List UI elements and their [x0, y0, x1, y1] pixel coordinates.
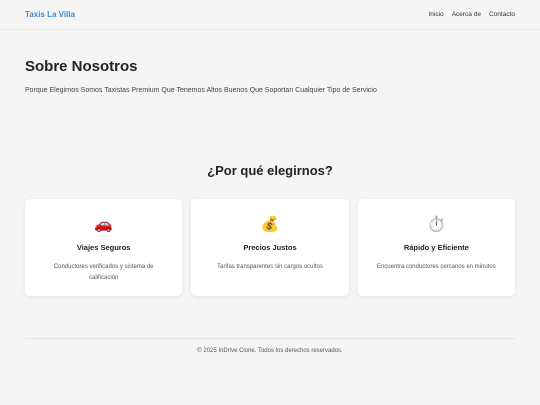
footer: © 2025 InDrive Clone. Todos los derechos…	[0, 348, 540, 354]
feature-card-prices: 💰 Precios Justos Tarifas transparentes s…	[191, 199, 349, 296]
brand-logo-link[interactable]: Taxis La Villa	[25, 10, 75, 19]
feature-card-fast: ⏱️ Rápido y Eficiente Encuentra conducto…	[357, 199, 515, 296]
about-section: Sobre Nosotros Porque Elegirnos Somos Ta…	[25, 58, 515, 94]
features-cards: 🚗 Viajes Seguros Conductores verificados…	[25, 199, 515, 296]
feature-card-title: Rápido y Eficiente	[403, 243, 469, 252]
about-text: Porque Elegirnos Somos Taxistas Premium …	[25, 87, 377, 94]
nav-link-inicio[interactable]: Inicio	[429, 11, 444, 18]
footer-divider	[25, 338, 515, 339]
feature-card-text: Encuentra conductores cercanos en minuto…	[376, 264, 496, 270]
nav-links: Inicio Acerca de Contacto	[429, 11, 516, 18]
feature-card-title: Viajes Seguros	[76, 243, 131, 252]
money-bag-icon: 💰	[260, 216, 280, 233]
nav-link-acerca[interactable]: Acerca de	[452, 11, 481, 18]
feature-card-title: Precios Justos	[243, 243, 297, 252]
about-title: Sobre Nosotros	[25, 58, 138, 75]
footer-copyright: © 2025 InDrive Clone. Todos los derechos…	[197, 348, 343, 354]
feature-card-safe: 🚗 Viajes Seguros Conductores verificados…	[25, 199, 183, 296]
feature-card-text: Tarifas transparentes sin cargos ocultos	[217, 264, 323, 270]
navbar: Taxis La Villa Inicio Acerca de Contacto	[0, 0, 540, 30]
stopwatch-icon: ⏱️	[426, 216, 446, 233]
feature-card-text: Conductores verificados y sistema de cal…	[53, 264, 154, 281]
car-icon: 🚗	[94, 216, 113, 233]
nav-link-contacto[interactable]: Contacto	[489, 11, 515, 18]
why-title: ¿Por qué elegirnos?	[207, 163, 333, 178]
